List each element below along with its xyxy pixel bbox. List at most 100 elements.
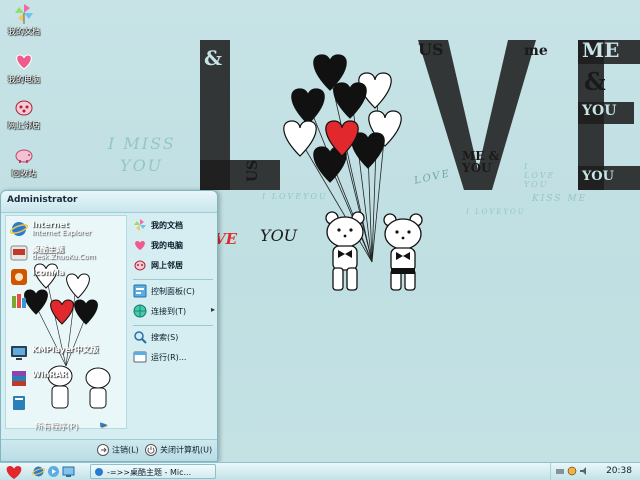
start-button[interactable]	[2, 464, 26, 480]
arrow-right-icon: ►	[100, 420, 107, 430]
program-help-app[interactable]	[10, 392, 126, 414]
heart-icon	[135, 241, 145, 250]
search-label: 搜索(S)	[151, 333, 179, 342]
ladybug-icon	[134, 260, 146, 271]
heart-icon	[6, 466, 22, 479]
logoff-label: 注销(L)	[112, 445, 139, 455]
all-programs-button[interactable]: 所有程序(P) ►	[5, 420, 127, 433]
desktop-icon-recycle-bin[interactable]: 回收站	[2, 144, 46, 179]
program-title: WinRAR	[32, 370, 68, 379]
program-title: Internet	[32, 220, 69, 229]
control-panel-icon	[133, 284, 147, 298]
shutdown-label: 关闭计算机(U)	[160, 445, 213, 455]
globe-icon	[133, 304, 147, 318]
program-title: KMPlayer中文版	[32, 345, 99, 354]
program-internet-explorer[interactable]: Internet Internet Explorer	[10, 218, 126, 240]
connect-to-label: 连接到(T)	[151, 307, 187, 316]
wall-i-love-you-small-2: I LOVEYOU	[466, 208, 526, 216]
quicklaunch-desktop-icon[interactable]	[62, 465, 75, 478]
wall-us-2: US	[245, 159, 262, 183]
taskbar: -=>>桌酷主题 - Mic... 20:38	[0, 462, 640, 480]
power-icon	[145, 444, 157, 456]
wall-kiss-me: KISS ME	[532, 194, 588, 204]
program-subtitle: desk.ZhuoKu.Com	[32, 253, 96, 261]
pinwheel-icon	[15, 4, 33, 24]
run-item[interactable]: 运行(R)...	[133, 349, 217, 367]
place-label: 网上邻居	[151, 261, 183, 270]
desktop-icon-label: 网上邻居	[8, 121, 40, 130]
start-menu-user-name: Administrator	[1, 191, 217, 213]
winrar-icon	[12, 371, 26, 386]
ladybug-icon	[15, 100, 33, 116]
taskbar-window-title: -=>>桌酷主题 - Mic...	[107, 468, 192, 477]
wall-you-soft: YOU	[120, 156, 164, 175]
piggy-icon	[15, 149, 33, 163]
wall-i-love-you-right: I LOVE YOU	[524, 162, 556, 189]
wall-me-big: ME	[582, 38, 620, 62]
taskbar-clock: 20:38	[606, 466, 632, 476]
desktop-icon-label: 我的文档	[8, 27, 40, 36]
wall-you-2: YOU	[582, 169, 614, 184]
program-subtitle: Internet Explorer	[32, 229, 92, 237]
quicklaunch-ie-icon[interactable]	[32, 465, 45, 478]
run-label: 运行(R)...	[151, 353, 187, 362]
start-menu-footer: 注销(L) 关闭计算机(U)	[1, 439, 217, 461]
arrow-right-icon: ▸	[210, 305, 215, 314]
desktop-icon-label: 我的电脑	[8, 75, 40, 84]
heart-icon	[16, 54, 32, 70]
start-menu: Administrator Internet Internet Explorer	[0, 190, 218, 462]
place-network-places[interactable]: 网上邻居	[133, 257, 217, 275]
book-icon	[13, 396, 25, 410]
program-title: IconMa	[32, 268, 65, 277]
logoff-icon	[97, 444, 109, 456]
wall-amp: &	[204, 46, 223, 70]
logoff-button[interactable]: 注销(L)	[97, 444, 139, 458]
program-paint-app[interactable]	[10, 290, 126, 312]
desktop-icon-label: 回收站	[12, 169, 36, 178]
program-icon-app[interactable]: IconMa	[10, 266, 126, 288]
program-list: Internet Internet Explorer 桌酷主题 desk.Zhu…	[5, 215, 127, 429]
place-label: 我的电脑	[151, 241, 183, 250]
program-winrar[interactable]: WinRAR	[10, 368, 126, 390]
monitor-icon	[11, 346, 27, 360]
paint-icon	[12, 294, 26, 308]
wall-amp-2: &	[584, 67, 606, 96]
wall-love-you: YOU	[260, 226, 298, 245]
network-tray-icon[interactable]	[555, 466, 565, 476]
ie-icon	[10, 222, 28, 236]
taskbar-window-button[interactable]: -=>>桌酷主题 - Mic...	[90, 464, 216, 479]
wall-me-1: me	[524, 43, 548, 59]
program-theme-site[interactable]: 桌酷主题 desk.ZhuoKu.Com	[10, 242, 126, 264]
desktop-icon-network-places[interactable]: 网上邻居	[2, 96, 46, 131]
places-separator	[133, 279, 213, 280]
desktop-icon-my-computer[interactable]: 我的电脑	[2, 50, 46, 85]
system-tray: 20:38	[550, 463, 640, 480]
search-icon	[134, 331, 147, 344]
pinwheel-icon	[134, 219, 146, 231]
qq-tray-icon[interactable]	[567, 466, 577, 476]
control-panel-label: 控制面板(C)	[151, 287, 195, 296]
place-label: 我的文档	[151, 221, 183, 230]
place-my-documents[interactable]: 我的文档	[133, 217, 217, 235]
browser-window-icon	[95, 468, 103, 476]
control-panel-item[interactable]: 控制面板(C)	[133, 283, 217, 301]
wall-i-miss: I MISS	[108, 134, 176, 153]
theme-icon	[10, 245, 28, 261]
wall-us-1: US	[418, 40, 444, 59]
desktop-icon-my-documents[interactable]: 我的文档	[2, 2, 46, 37]
wall-you-1: YOU	[582, 103, 617, 119]
all-programs-label: 所有程序(P)	[35, 422, 79, 431]
quicklaunch-media-icon[interactable]	[47, 465, 60, 478]
search-item[interactable]: 搜索(S)	[133, 329, 217, 347]
run-icon	[133, 351, 147, 363]
place-my-computer[interactable]: 我的电脑	[133, 237, 217, 255]
program-kmplayer[interactable]: KMPlayer中文版	[10, 342, 126, 364]
wall-me-amp-you: ME & YOU	[462, 149, 500, 175]
system-separator	[133, 325, 213, 326]
places-list: 我的文档 我的电脑 网上邻居 控制面板(C) 连接到(T) ▸ 搜索(S) 运行…	[129, 215, 215, 429]
shutdown-button[interactable]: 关闭计算机(U)	[145, 444, 212, 458]
app-icon	[11, 269, 27, 285]
volume-tray-icon[interactable]	[579, 466, 589, 476]
connect-to-item[interactable]: 连接到(T) ▸	[133, 303, 217, 321]
wall-i-love-you-small: I LOVEYOU	[262, 192, 328, 201]
